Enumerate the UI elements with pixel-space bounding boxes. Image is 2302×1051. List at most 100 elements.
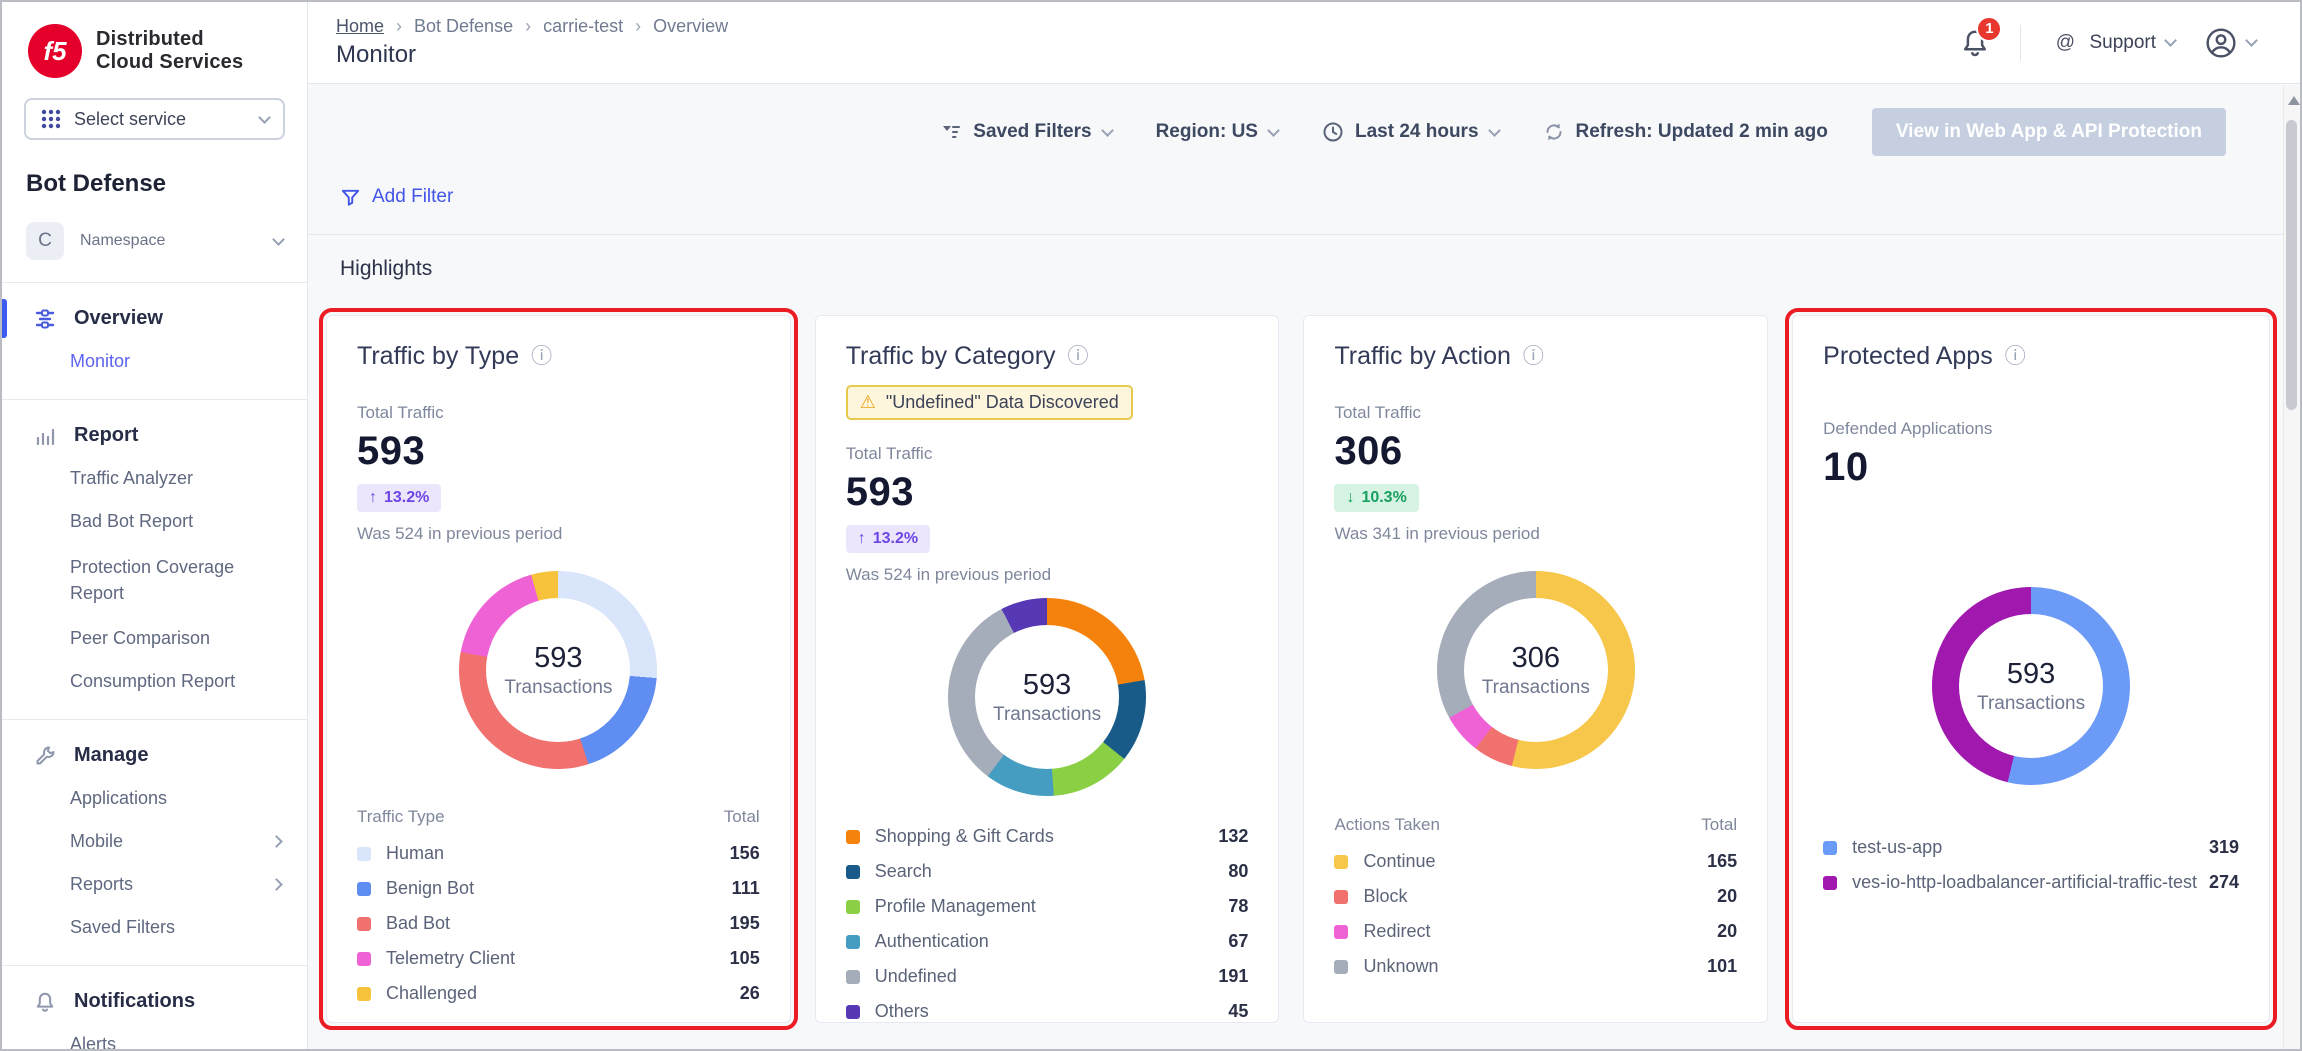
highlights-title: Highlights <box>340 257 2300 281</box>
legend-row: Bad Bot195 <box>357 913 760 934</box>
legend-header-right: Total <box>1701 815 1737 835</box>
legend-label: Shopping & Gift Cards <box>875 826 1207 847</box>
card-stats: Defended Applications 10 <box>1823 419 2239 567</box>
region-dropdown[interactable]: Region: US <box>1156 121 1278 143</box>
account-menu[interactable] <box>2205 27 2256 59</box>
sidebar-item-label: Peer Comparison <box>70 628 210 649</box>
arrow-up-icon: ↑ <box>858 530 866 548</box>
donut-chart-traffic-by-category[interactable]: 593 Transactions <box>948 598 1146 796</box>
refresh-icon <box>1543 121 1565 143</box>
sidebar-item-manage[interactable]: Manage <box>2 734 307 777</box>
refresh-label: Refresh: Updated 2 min ago <box>1576 121 1828 143</box>
vertical-scrollbar[interactable] <box>2283 86 2300 1049</box>
saved-filters-label: Saved Filters <box>973 121 1091 143</box>
overview-icon <box>34 308 56 330</box>
grid-icon <box>40 108 62 130</box>
notifications-button[interactable]: 1 <box>1960 28 1990 58</box>
legend-row: ves-io-http-loadbalancer-artificial-traf… <box>1823 872 2239 893</box>
info-icon[interactable]: ⓘ <box>531 346 552 367</box>
donut-center-label: Transactions <box>504 677 612 699</box>
card-title: Traffic by Category <box>846 342 1056 371</box>
stat-value: 593 <box>846 470 1249 515</box>
sidebar-item-applications[interactable]: Applications <box>2 777 307 820</box>
legend-swatch <box>357 987 371 1001</box>
breadcrumb-separator: › <box>525 16 531 37</box>
info-icon[interactable]: ⓘ <box>2005 346 2026 367</box>
breadcrumb-home[interactable]: Home <box>336 16 384 37</box>
legend-swatch <box>357 882 371 896</box>
breadcrumb-namespace[interactable]: carrie-test <box>543 16 623 37</box>
refresh-button[interactable]: Refresh: Updated 2 min ago <box>1543 121 1828 143</box>
breadcrumb-bot-defense[interactable]: Bot Defense <box>414 16 513 37</box>
sidebar-item-label: Report <box>74 424 138 447</box>
delta-value: 13.2% <box>384 489 429 507</box>
donut-center-value: 593 <box>534 642 582 675</box>
region-label: Region: US <box>1156 121 1258 143</box>
app-window: f5 Distributed Cloud Services Select ser… <box>2 2 2300 1049</box>
service-selector[interactable]: Select service <box>24 98 285 140</box>
legend-swatch <box>1334 960 1348 974</box>
topbar-actions: 1 @ Support <box>1960 25 2256 61</box>
donut-center: 593 Transactions <box>459 571 657 769</box>
legend-value: 165 <box>1707 851 1737 872</box>
support-menu[interactable]: @ Support <box>2051 29 2175 57</box>
namespace-selector[interactable]: C Namespace <box>26 222 283 282</box>
sidebar-item-reports[interactable]: Reports <box>2 863 307 906</box>
donut-center-value: 593 <box>2007 658 2055 691</box>
sidebar-item-traffic-analyzer[interactable]: Traffic Analyzer <box>2 457 307 500</box>
legend-row: test-us-app319 <box>1823 837 2239 858</box>
legend-header-left: Traffic Type <box>357 807 445 827</box>
sidebar-item-label: Traffic Analyzer <box>70 468 193 489</box>
scroll-up-arrow-icon[interactable] <box>2288 96 2300 105</box>
nav-section-manage: Manage Applications Mobile Reports Saved… <box>2 720 307 966</box>
legend-label: Continue <box>1363 851 1695 872</box>
content-area: Saved Filters Region: US Last 24 hours <box>308 84 2300 1049</box>
scrollbar-thumb[interactable] <box>2286 120 2297 410</box>
legend-header-right: Total <box>724 807 760 827</box>
time-range-dropdown[interactable]: Last 24 hours <box>1322 121 1499 143</box>
sidebar-item-bad-bot-report[interactable]: Bad Bot Report <box>2 500 307 543</box>
sidebar-item-monitor[interactable]: Monitor <box>2 340 307 383</box>
donut-center: 306 Transactions <box>1437 571 1635 769</box>
saved-filters-dropdown[interactable]: Saved Filters <box>940 121 1111 143</box>
sidebar-item-overview[interactable]: Overview <box>2 297 307 340</box>
legend-label: Telemetry Client <box>386 948 718 969</box>
sidebar-item-mobile[interactable]: Mobile <box>2 820 307 863</box>
brand-name: Distributed Cloud Services <box>96 28 243 74</box>
sidebar-item-report[interactable]: Report <box>2 414 307 457</box>
nav-section-report: Report Traffic Analyzer Bad Bot Report P… <box>2 400 307 720</box>
legend-label: Others <box>875 1001 1217 1022</box>
sidebar-item-alerts[interactable]: Alerts <box>2 1023 307 1049</box>
stat-value: 10 <box>1823 445 2239 490</box>
info-icon[interactable]: ⓘ <box>1523 346 1544 367</box>
delta-value: 10.3% <box>1361 489 1406 507</box>
legend-row: Telemetry Client105 <box>357 948 760 969</box>
sidebar-item-peer-comparison[interactable]: Peer Comparison <box>2 617 307 660</box>
breadcrumb-overview[interactable]: Overview <box>653 16 728 37</box>
donut-chart-traffic-by-action[interactable]: 306 Transactions <box>1437 571 1635 769</box>
donut-chart-protected-apps[interactable]: 593 Transactions <box>1932 587 2130 785</box>
sidebar-item-protection-coverage-report[interactable]: Protection Coverage Report <box>2 543 307 617</box>
legend-row: Profile Management78 <box>846 896 1249 917</box>
donut-chart-traffic-by-type[interactable]: 593 Transactions <box>459 571 657 769</box>
namespace-avatar: C <box>26 222 64 260</box>
info-icon[interactable]: ⓘ <box>1068 346 1089 367</box>
donut-center: 593 Transactions <box>1932 587 2130 785</box>
sidebar-item-consumption-report[interactable]: Consumption Report <box>2 660 307 703</box>
add-filter-button[interactable]: Add Filter <box>340 186 453 208</box>
brand-line1: Distributed <box>96 28 243 51</box>
legend-value: 191 <box>1218 966 1248 987</box>
chevron-down-icon <box>1488 124 1501 137</box>
legend-label: Unknown <box>1363 956 1695 977</box>
view-in-waap-button[interactable]: View in Web App & API Protection <box>1872 108 2226 156</box>
sidebar-item-saved-filters[interactable]: Saved Filters <box>2 906 307 949</box>
sidebar-item-notifications[interactable]: Notifications <box>2 980 307 1023</box>
donut-center-value: 593 <box>1023 669 1071 702</box>
card-title: Traffic by Type <box>357 342 519 371</box>
legend-value: 20 <box>1717 921 1737 942</box>
legend-row: Continue 165 <box>1334 851 1737 872</box>
nav-section-notifications: Notifications Alerts Audit Logs <box>2 966 307 1049</box>
legend-row: Shopping & Gift Cards132 <box>846 826 1249 847</box>
chevron-right-icon <box>270 835 283 848</box>
arrow-up-icon: ↑ <box>369 489 377 507</box>
